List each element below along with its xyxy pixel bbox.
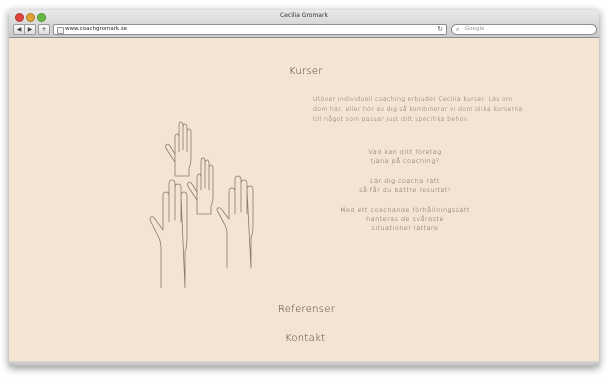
course-question-line: situationer lättare [371, 224, 439, 232]
course-question-line: Vad kan ditt företag [368, 148, 442, 156]
page-icon [57, 27, 64, 34]
course-question-line: Lär dig coacha rätt [370, 177, 440, 185]
course-question-line: Med ett coachande förhållningssätt [340, 206, 470, 214]
nav-link-kurser[interactable]: Kurser [289, 66, 323, 77]
add-bookmark-button[interactable]: + [38, 24, 50, 35]
course-question-line: så får du bättre resultat! [359, 186, 451, 194]
course-question[interactable]: Lär dig coacha rätt så får du bättre res… [325, 177, 485, 195]
intro-text: Utöver individuell coaching erbjuder Cec… [313, 96, 523, 123]
raised-hands-illustration [149, 121, 254, 288]
course-question-line: tjäna på coaching? [370, 157, 440, 165]
forward-button[interactable]: ▶ [24, 24, 36, 35]
course-question[interactable]: Vad kan ditt företag tjäna på coaching? [325, 148, 485, 166]
reload-icon[interactable]: ↻ [437, 25, 443, 34]
page-content: Kurser Utöver individuell coaching erbju… [9, 38, 599, 356]
title-bar: Cecilia Gromark ◀ ▶ + www.coachgromark.s… [9, 10, 599, 38]
search-placeholder: Google [465, 26, 485, 32]
course-question[interactable]: Med ett coachande förhållningssätt hante… [325, 206, 485, 233]
window-bottom-edge [9, 361, 599, 366]
course-question-line: hanteras de svåraste [366, 215, 444, 223]
search-field[interactable]: ⌕ Google [451, 24, 597, 35]
window-title: Cecilia Gromark [280, 12, 328, 19]
forward-arrow-icon: ▶ [27, 26, 33, 33]
search-icon: ⌕ [456, 26, 460, 33]
nav-link-kontakt[interactable]: Kontakt [285, 333, 325, 344]
back-arrow-icon: ◀ [16, 26, 22, 33]
plus-icon: + [41, 26, 47, 33]
browser-window: Cecilia Gromark ◀ ▶ + www.coachgromark.s… [9, 10, 599, 366]
address-bar[interactable]: www.coachgromark.se ↻ [53, 24, 447, 35]
url-text: www.coachgromark.se [65, 26, 128, 32]
nav-link-referenser[interactable]: Referenser [278, 304, 335, 315]
